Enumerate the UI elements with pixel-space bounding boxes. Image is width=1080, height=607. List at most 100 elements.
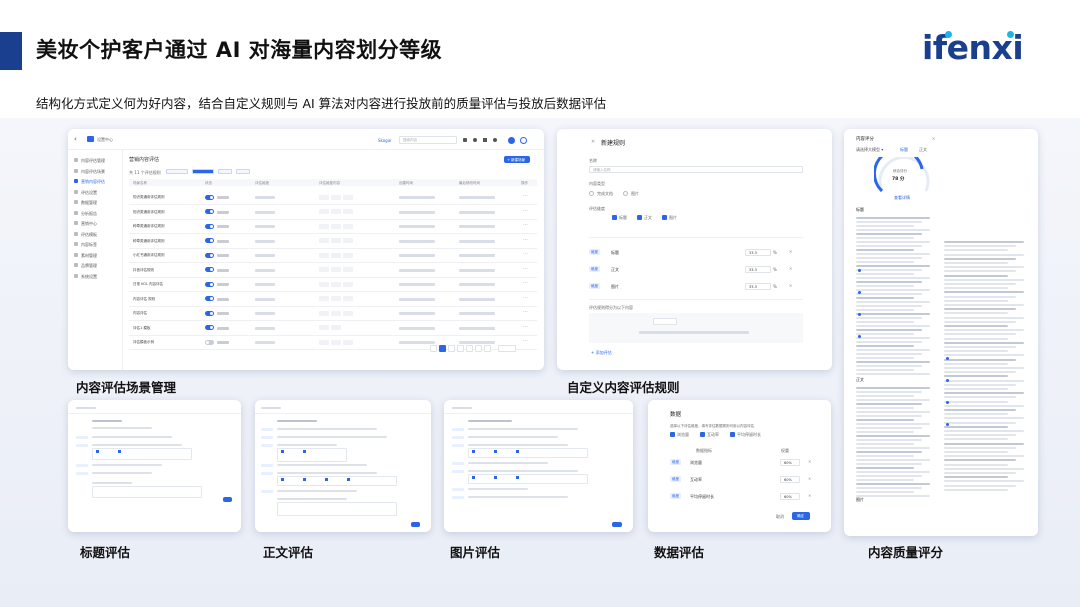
page-button[interactable]: [466, 345, 473, 352]
check-image[interactable]: [662, 215, 667, 220]
table-row[interactable]: 种草类通用评估规则 ···: [129, 220, 537, 232]
mini-checkbox[interactable]: [281, 450, 284, 453]
check-views[interactable]: [670, 432, 675, 437]
more-icon[interactable]: ···: [523, 295, 528, 301]
weight-input[interactable]: 33.3: [745, 283, 771, 290]
filter-tabs[interactable]: 共 11 个评估规则: [129, 170, 161, 176]
mini-checkbox[interactable]: [347, 478, 350, 481]
sidebar-item[interactable]: 内容标签: [81, 242, 97, 248]
page-button[interactable]: [448, 345, 455, 352]
tab-body[interactable]: 正文: [919, 147, 927, 153]
avatar[interactable]: [508, 137, 515, 144]
page-button[interactable]: [484, 345, 491, 352]
check-dwell[interactable]: [730, 432, 735, 437]
more-icon[interactable]: ···: [523, 338, 528, 344]
weight-input[interactable]: 33.3: [745, 249, 771, 256]
more-icon[interactable]: ···: [523, 280, 528, 286]
status-toggle[interactable]: [205, 267, 214, 272]
sidebar-item[interactable]: 数据管理: [81, 200, 97, 206]
status-toggle[interactable]: [205, 310, 214, 316]
sidebar-item[interactable]: 营销内容评估: [81, 179, 105, 185]
status-toggle[interactable]: [205, 296, 214, 301]
back-icon[interactable]: ‹: [74, 135, 77, 143]
sidebar-item[interactable]: 品牌管理: [81, 263, 97, 269]
cancel-button[interactable]: 取消: [776, 514, 784, 520]
sidebar-item[interactable]: 系统设置: [81, 274, 97, 280]
add-rule-link[interactable]: + 添加评估: [591, 350, 612, 356]
mini-checkbox[interactable]: [472, 476, 475, 479]
filter-chip[interactable]: [218, 169, 232, 174]
filter-chip[interactable]: [166, 169, 188, 174]
more-icon[interactable]: ···: [523, 324, 528, 330]
status-toggle[interactable]: [205, 281, 214, 287]
close-icon[interactable]: ✕: [591, 139, 595, 145]
grid-icon[interactable]: [463, 138, 467, 142]
status-toggle[interactable]: [205, 194, 214, 200]
status-toggle[interactable]: [205, 339, 214, 345]
remove-icon[interactable]: ✕: [789, 266, 792, 271]
mini-checkbox[interactable]: [118, 450, 121, 453]
page-button[interactable]: [439, 345, 446, 352]
tab-title[interactable]: 标题: [900, 147, 908, 153]
weight-input[interactable]: 33.3: [745, 266, 771, 273]
detail-link[interactable]: 查看详情: [894, 195, 910, 201]
user-name[interactable]: Skogie: [378, 138, 391, 143]
sidebar-item[interactable]: 营销中心: [81, 221, 97, 227]
check-title[interactable]: [612, 215, 617, 220]
table-row[interactable]: 小红书通用评估规则 ···: [129, 249, 537, 261]
remove-icon[interactable]: ✕: [808, 476, 811, 481]
remove-icon[interactable]: ✕: [789, 283, 792, 288]
filter-chip-active[interactable]: [192, 169, 214, 174]
status-toggle[interactable]: [205, 252, 214, 258]
status-toggle[interactable]: [205, 238, 214, 243]
add-scene-button[interactable]: + 新建场景: [504, 156, 530, 163]
more-icon[interactable]: ···: [523, 309, 528, 315]
table-row[interactable]: 日常 KOL 内容评估 ···: [129, 278, 537, 290]
status-toggle[interactable]: [205, 223, 214, 229]
more-icon[interactable]: ···: [523, 222, 528, 228]
help-icon[interactable]: [483, 138, 487, 142]
remove-icon[interactable]: ✕: [808, 459, 811, 464]
sidebar-item[interactable]: 分析报告: [81, 211, 97, 217]
close-icon[interactable]: ✕: [932, 136, 935, 141]
weight-input[interactable]: 60%: [780, 475, 800, 483]
sidebar-item[interactable]: 评估设置: [81, 190, 97, 196]
more-icon[interactable]: ···: [523, 237, 528, 243]
status-toggle[interactable]: [205, 209, 214, 214]
radio-image[interactable]: [623, 191, 628, 196]
name-input[interactable]: 请输入名称: [589, 166, 803, 173]
more-icon[interactable]: ···: [523, 251, 528, 257]
mini-checkbox[interactable]: [281, 478, 284, 481]
confirm-button[interactable]: 确定: [792, 512, 810, 520]
table-row[interactable]: 内容评估 ···: [129, 307, 537, 319]
model-select[interactable]: 请选择大模型 ▾: [856, 147, 883, 153]
more-icon[interactable]: ···: [523, 266, 528, 272]
mini-checkbox[interactable]: [325, 478, 328, 481]
confirm-button[interactable]: [612, 522, 622, 527]
page-button[interactable]: [457, 345, 464, 352]
table-row[interactable]: 知识类通用评估规则 ···: [129, 206, 537, 218]
mini-checkbox[interactable]: [303, 450, 306, 453]
more-icon[interactable]: ···: [523, 193, 528, 199]
profile-icon[interactable]: [520, 137, 527, 144]
mini-checkbox[interactable]: [96, 450, 99, 453]
table-row[interactable]: 知识类通用评估规则 ···: [129, 191, 537, 203]
check-engagement[interactable]: [700, 432, 705, 437]
table-row[interactable]: 内容评估 规则 ···: [129, 293, 537, 305]
confirm-button[interactable]: [223, 497, 232, 502]
mini-checkbox[interactable]: [516, 476, 519, 479]
table-row[interactable]: 评估1 模板 ···: [129, 322, 537, 334]
check-body[interactable]: [637, 215, 642, 220]
sidebar-item[interactable]: 素材管理: [81, 253, 97, 259]
weight-input[interactable]: 60%: [780, 492, 800, 500]
page-button[interactable]: [430, 345, 437, 352]
table-row[interactable]: 抖音评估规则 ···: [129, 264, 537, 276]
filter-chip[interactable]: [236, 169, 250, 174]
bell-icon[interactable]: [473, 138, 477, 142]
sidebar-item[interactable]: 内容评估场景: [81, 169, 105, 175]
search-input[interactable]: 搜索内容: [399, 136, 457, 144]
sidebar-item[interactable]: 内容评估管理: [81, 158, 105, 164]
more-icon[interactable]: ···: [523, 208, 528, 214]
mini-checkbox[interactable]: [516, 450, 519, 453]
mini-checkbox[interactable]: [472, 450, 475, 453]
